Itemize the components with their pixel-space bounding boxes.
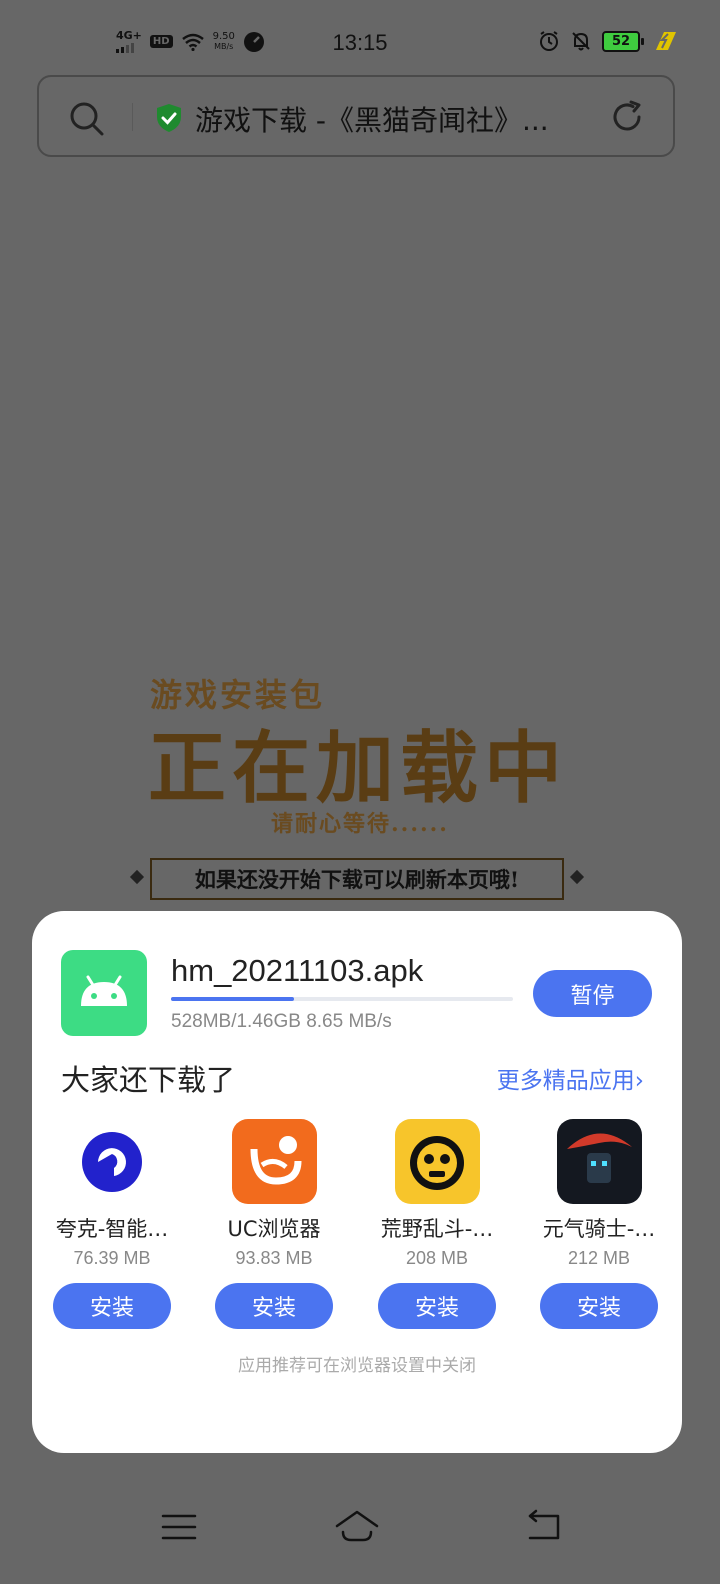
refresh-icon[interactable] [609, 99, 645, 135]
app-size: 208 MB [405, 1248, 469, 1268]
home-icon[interactable] [333, 1508, 381, 1546]
install-button[interactable]: 安装 [215, 1283, 333, 1329]
install-button[interactable]: 安装 [540, 1283, 658, 1329]
status-right: 52 [538, 30, 678, 52]
diamond-ornament-right [569, 869, 585, 885]
notifications-off-icon [572, 32, 590, 51]
install-button[interactable]: 安装 [378, 1283, 496, 1329]
banner-heading: 正在加载中 [148, 723, 569, 814]
download-progress-bar [171, 997, 513, 1001]
search-icon[interactable] [69, 101, 105, 137]
android-app-icon [61, 950, 147, 1036]
recommend-title: 大家还下载了 [61, 1063, 236, 1097]
charging-icon [656, 32, 676, 50]
address-bar[interactable]: 游戏下载 -《黑猫奇闻社》... [37, 75, 675, 157]
app-name: 荒野乱斗-… [380, 1217, 494, 1241]
menu-icon[interactable] [160, 1508, 198, 1546]
back-icon[interactable] [524, 1508, 564, 1546]
shield-check-icon [157, 104, 181, 132]
soul-knight-icon [557, 1119, 642, 1204]
banner-tip-text: 如果还没开始下载可以刷新本页哦! [150, 858, 564, 900]
app-size: 93.83 MB [235, 1248, 313, 1268]
quark-icon [70, 1119, 155, 1204]
banner-wait-text: 请耐心等待...... [271, 811, 449, 837]
app-name: 夸克-智能… [55, 1217, 169, 1241]
app-name: 元气骑士-… [542, 1217, 656, 1241]
status-bar: 4G+ HD 9.50 MB/s 13:15 52 [0, 0, 720, 86]
more-apps-link[interactable]: 更多精品应用› [497, 1061, 644, 1095]
battery-icon: 52 [602, 30, 644, 52]
alarm-icon [540, 31, 558, 51]
download-info: 528MB/1.46GB 8.65 MB/s [171, 1011, 392, 1032]
app-size: 76.39 MB [73, 1248, 151, 1268]
recommend-footnote: 应用推荐可在浏览器设置中关闭 [238, 1356, 476, 1376]
app-size: 212 MB [567, 1248, 631, 1268]
more-apps-label: 更多精品应用 [496, 1068, 635, 1094]
diamond-ornament-left [129, 869, 145, 885]
pause-button[interactable]: 暂停 [533, 970, 652, 1017]
download-sheet: hm_20211103.apk 528MB/1.46GB 8.65 MB/s 暂… [32, 911, 682, 1453]
navigation-bar [0, 1484, 720, 1584]
android-icon [81, 975, 127, 1006]
uc-browser-icon [232, 1119, 317, 1204]
battery-level: 52 [611, 33, 631, 49]
banner-tip: 如果还没开始下载可以刷新本页哦! [129, 858, 585, 904]
page-title[interactable]: 游戏下载 -《黑猫奇闻社》... [195, 99, 585, 139]
address-divider [132, 103, 133, 131]
brawl-stars-icon [395, 1119, 480, 1204]
download-progress-fill [171, 997, 295, 1001]
install-button[interactable]: 安装 [53, 1283, 171, 1329]
download-file-name: hm_20211103.apk [171, 953, 424, 988]
recommended-apps: 夸克-智能… 76.39 MB 安装 UC浏览器 93.83 MB 安装 荒野乱… [32, 1117, 682, 1337]
chevron-right-icon: › [634, 1068, 644, 1094]
app-name: UC浏览器 [227, 1217, 321, 1241]
